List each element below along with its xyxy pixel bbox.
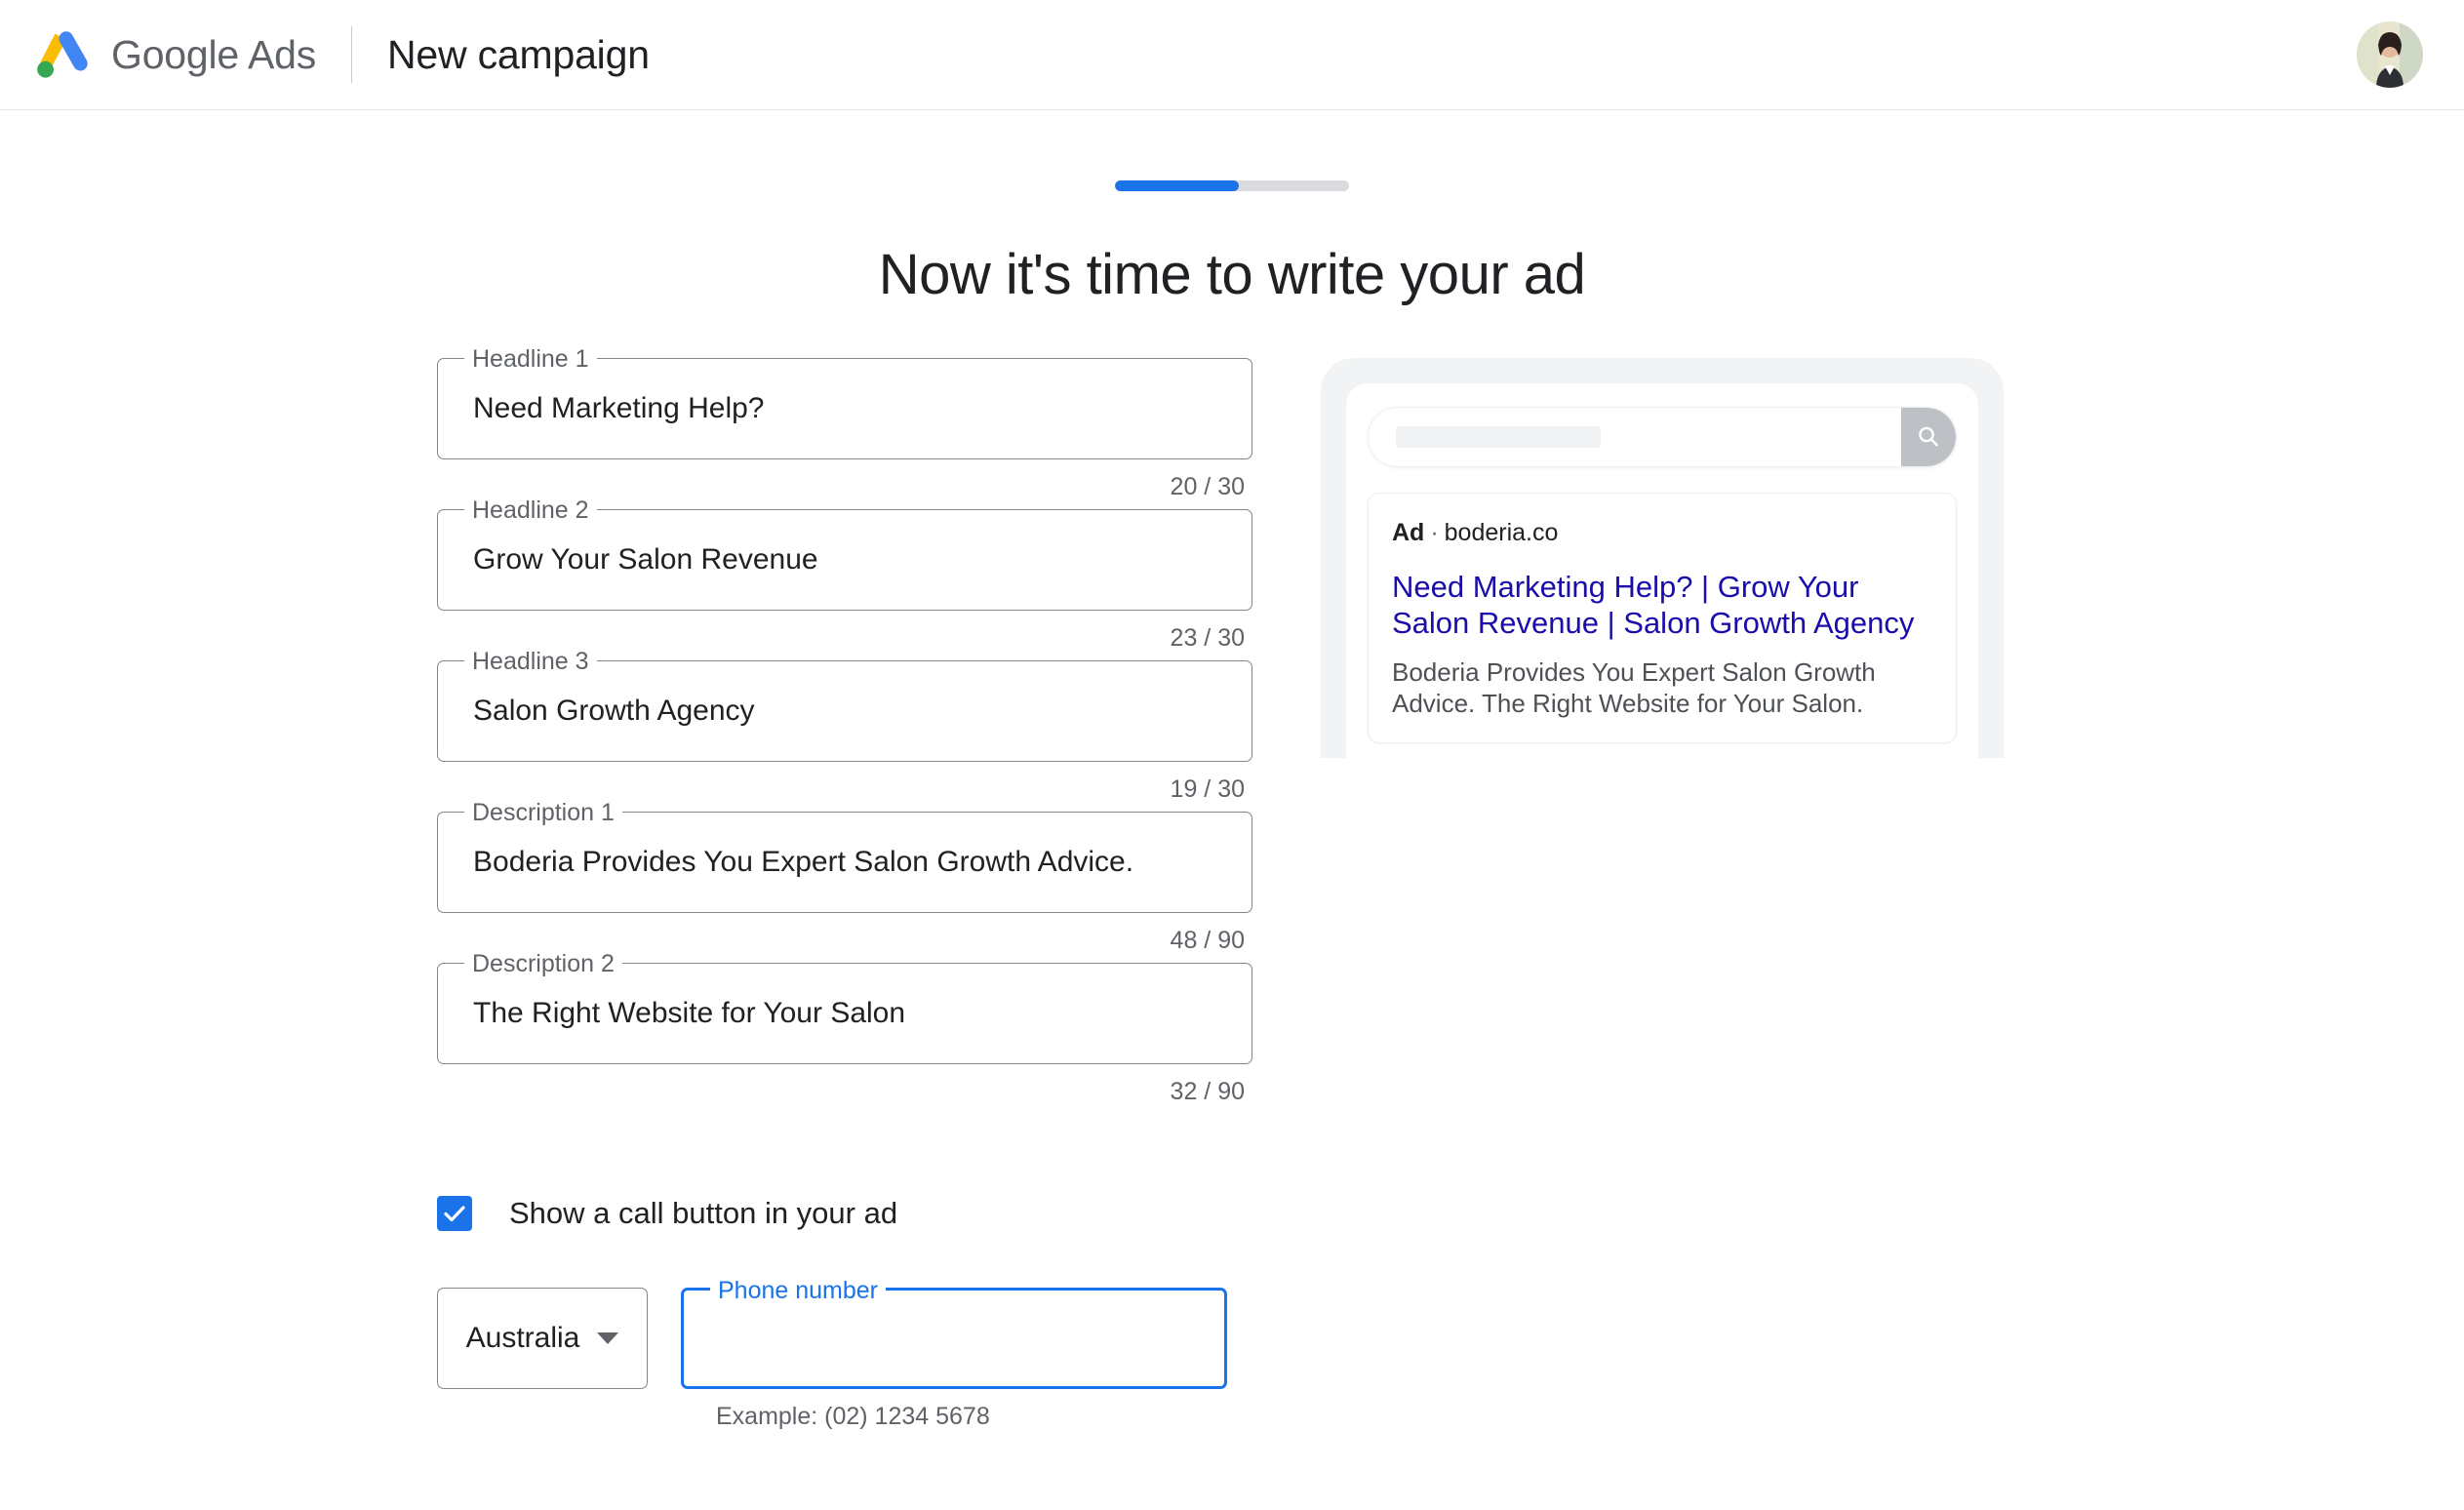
phone-screen: Ad · boderia.co Need Marketing Help? | Gro… bbox=[1346, 383, 1978, 758]
description-1-value: Boderia Provides You Expert Salon Growth… bbox=[473, 846, 1134, 878]
description-1-label: Description 1 bbox=[464, 800, 622, 825]
preview-ad-badge: Ad bbox=[1392, 519, 1425, 546]
headline-2-input[interactable]: Headline 2 Grow Your Salon Revenue bbox=[437, 497, 1252, 611]
show-call-button-row[interactable]: Show a call button in your ad bbox=[437, 1196, 1252, 1231]
brand-lockup[interactable]: Google Ads bbox=[35, 29, 316, 80]
headline-2-value: Grow Your Salon Revenue bbox=[473, 543, 818, 576]
phone-mockup: Ad · boderia.co Need Marketing Help? | Gro… bbox=[1321, 358, 2004, 758]
country-select[interactable]: Australia bbox=[437, 1288, 648, 1389]
progress-track bbox=[1115, 180, 1349, 191]
brand-google-label: Google bbox=[111, 31, 240, 77]
progress-bar bbox=[1115, 180, 1349, 191]
description-2-counter: 32 / 90 bbox=[1170, 1078, 1245, 1105]
phone-number-label: Phone number bbox=[710, 1278, 887, 1303]
description-1-input[interactable]: Description 1 Boderia Provides You Exper… bbox=[437, 800, 1252, 913]
field-group-headline-3: Headline 3 Salon Growth Agency 19 / 30 bbox=[437, 649, 1252, 804]
main-content: Headline 1 Need Marketing Help? 20 / 30 … bbox=[0, 346, 2464, 1431]
google-ads-logo-icon bbox=[37, 31, 88, 78]
description-2-label: Description 2 bbox=[464, 951, 622, 976]
avatar[interactable] bbox=[2357, 21, 2423, 88]
headline-3-label: Headline 3 bbox=[464, 649, 597, 674]
avatar-photo-icon bbox=[2357, 21, 2423, 88]
header-divider bbox=[351, 26, 353, 83]
show-call-button-checkbox[interactable] bbox=[437, 1196, 472, 1231]
phone-number-hint: Example: (02) 1234 5678 bbox=[716, 1403, 990, 1430]
description-2-value: The Right Website for Your Salon bbox=[473, 997, 906, 1029]
search-icon bbox=[1919, 426, 1938, 447]
field-group-description-2: Description 2 The Right Website for Your… bbox=[437, 951, 1252, 1106]
brand-text: Google Ads bbox=[111, 32, 316, 78]
preview-search-placeholder bbox=[1396, 426, 1601, 448]
headline-1-value: Need Marketing Help? bbox=[473, 392, 765, 424]
phone-row: Australia Phone number Example: (02) 123… bbox=[437, 1278, 1252, 1431]
preview-ad-description: Boderia Provides You Expert Salon Growth… bbox=[1392, 657, 1876, 718]
preview-search-bar bbox=[1368, 407, 1957, 467]
page-title: New campaign bbox=[387, 31, 650, 77]
brand-ads-label: Ads bbox=[247, 31, 317, 77]
preview-ad-separator: · bbox=[1430, 519, 1439, 546]
description-2-input[interactable]: Description 2 The Right Website for Your… bbox=[437, 951, 1252, 1064]
field-group-headline-2: Headline 2 Grow Your Salon Revenue 23 / … bbox=[437, 497, 1252, 653]
headline-3-value: Salon Growth Agency bbox=[473, 695, 755, 727]
headline-1-input[interactable]: Headline 1 Need Marketing Help? bbox=[437, 346, 1252, 459]
chevron-down-icon bbox=[597, 1332, 619, 1344]
ad-form: Headline 1 Need Marketing Help? 20 / 30 … bbox=[437, 346, 1252, 1431]
check-icon bbox=[444, 1206, 465, 1222]
headline-1-label: Headline 1 bbox=[464, 346, 597, 372]
progress-fill bbox=[1115, 180, 1240, 191]
country-select-value: Australia bbox=[465, 1322, 580, 1354]
preview-ad-meta: Ad · boderia.co bbox=[1392, 519, 1932, 547]
headline-3-input[interactable]: Headline 3 Salon Growth Agency bbox=[437, 649, 1252, 762]
preview-ad-title[interactable]: Need Marketing Help? | Grow Your Salon R… bbox=[1392, 569, 1932, 641]
app-header: Google Ads New campaign bbox=[0, 0, 2464, 110]
phone-field-wrap: Phone number Example: (02) 1234 5678 bbox=[681, 1278, 1227, 1431]
preview-ad-card: Ad · boderia.co Need Marketing Help? | Gro… bbox=[1368, 493, 1957, 743]
show-call-button-label: Show a call button in your ad bbox=[509, 1196, 898, 1230]
ad-preview-panel: Ad · boderia.co Need Marketing Help? | Gro… bbox=[1321, 358, 2004, 758]
step-heading: Now it's time to write your ad bbox=[878, 243, 1586, 306]
field-group-headline-1: Headline 1 Need Marketing Help? 20 / 30 bbox=[437, 346, 1252, 501]
preview-search-button bbox=[1901, 408, 1956, 466]
field-group-description-1: Description 1 Boderia Provides You Exper… bbox=[437, 800, 1252, 955]
preview-ad-domain: boderia.co bbox=[1444, 519, 1559, 546]
phone-number-input[interactable]: Phone number bbox=[681, 1278, 1227, 1389]
headline-2-label: Headline 2 bbox=[464, 497, 597, 523]
